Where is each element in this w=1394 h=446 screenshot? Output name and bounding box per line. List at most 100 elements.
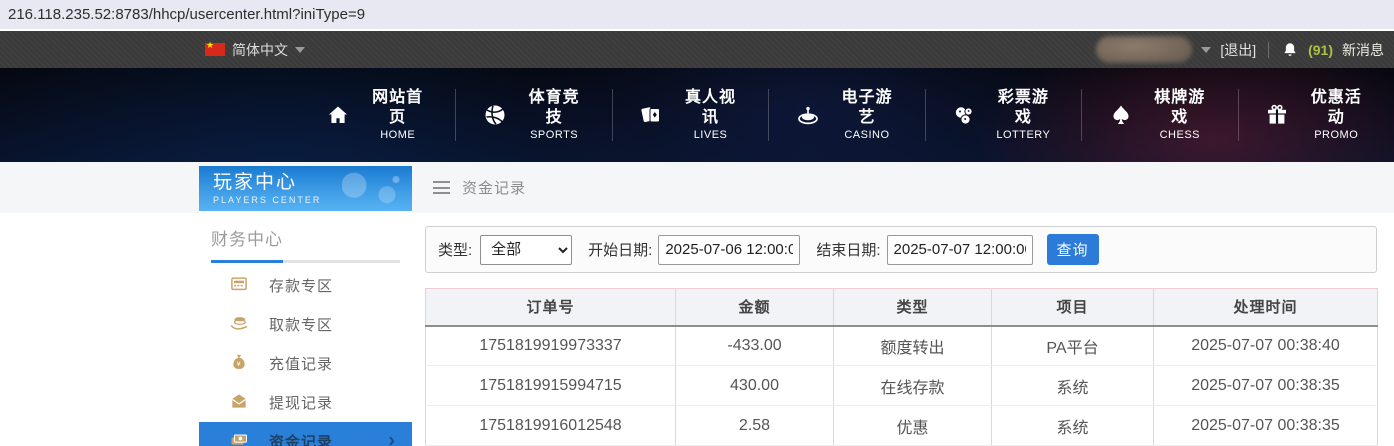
section-underline [211,260,400,263]
sidebar-item-label: 存款专区 [269,278,334,295]
sidebar-item-label: 取款专区 [269,317,334,334]
nav-label-en: LIVES [693,128,728,141]
language-label: 简体中文 [232,41,288,58]
browser-address-bar[interactable]: 216.118.235.52:8783/hhcp/usercenter.html… [0,0,1394,31]
end-date-input[interactable] [886,234,1033,265]
filter-panel: 类型: 全部 开始日期: 结束日期: 查询 [425,226,1377,273]
table-cell: 1751819919973337 [425,325,676,366]
svg-text:¥: ¥ [237,361,242,368]
breadcrumb: 资金记录 [425,162,1377,213]
table-cell: 系统 [991,365,1154,406]
nav-item-promo[interactable]: 优惠活动 PROMO [1239,89,1394,141]
table-cell: 优惠 [833,405,992,446]
playing-cards-icon [638,103,665,127]
message-count-badge[interactable]: (91) [1308,42,1333,58]
table-cell: 1751819915994715 [425,365,676,406]
table-cell: 2.58 [675,405,834,446]
sidebar-item-5[interactable]: 资金记录 › [199,422,412,446]
section-label: 财务中心 [211,230,283,249]
table-row: 1751819916012548 2.58 优惠 系统 2025-07-07 00:38… [425,405,1378,446]
nav-label-en: HOME [380,128,416,141]
nav-label-zh: 网站首页 [372,88,424,126]
table-cell: -433.00 [675,325,834,366]
bell-icon[interactable] [1281,41,1299,59]
sidebar-item-label: 提现记录 [269,395,334,412]
nav-label-en: CASINO [844,128,890,141]
table-cell: 2025-07-07 00:38:40 [1153,325,1378,366]
sidebar-header: 玩家中心 PLAYERS CENTER [199,166,412,211]
nav-label-zh: 电子游艺 [841,88,893,126]
nav-item-lottery[interactable]: 彩票游戏 LOTTERY [926,88,1083,141]
table-row: 1751819919973337 -433.00 额度转出 PA平台 2025-07-0… [425,325,1378,366]
table-cell: 系统 [991,405,1154,446]
nav-label-en: SPORTS [530,128,579,141]
sidebar-item-2[interactable]: 取款专区› [199,305,412,344]
main-navigation: 网站首页 HOME 体育竞技 SPORTS 真人视讯 LIVES 电子游艺 CASINO 彩票游… [0,68,1394,162]
nav-label-zh: 体育竞技 [528,88,580,126]
envelope-icon [229,391,249,415]
nav-label-zh: 棋牌游戏 [1154,88,1206,126]
type-select[interactable]: 全部 [480,234,573,265]
sidebar-item-label: 充值记录 [269,356,334,373]
sidebar-item-3[interactable]: ¥充值记录› [199,344,412,383]
sidebar-subtitle: PLAYERS CENTER [213,195,322,205]
chevron-right-icon: › [388,428,396,446]
start-date-input[interactable] [658,234,801,265]
nav-label-zh: 真人视讯 [685,88,737,126]
nav-label-zh: 优惠活动 [1310,88,1362,126]
sidebar-item-label: 资金记录 [269,434,334,446]
column-header: 处理时间 [1153,288,1378,327]
column-header: 类型 [833,288,992,327]
spade-icon [1107,103,1134,127]
column-header: 订单号 [425,288,676,327]
lottery-balls-icon [951,103,978,127]
sidebar-item-1[interactable]: 存款专区› [199,266,412,305]
new-messages-link[interactable]: 新消息 [1342,40,1384,60]
end-date-label: 结束日期: [816,242,881,259]
money-bag-icon: ¥ [229,352,249,376]
username-redacted[interactable] [1096,36,1193,63]
chevron-down-icon[interactable] [1201,46,1212,53]
table-header-row: 订单号 金额 类型 项目 处理时间 [425,288,1378,327]
nav-item-home[interactable]: 网站首页 HOME [300,88,457,141]
search-button[interactable]: 查询 [1046,234,1099,265]
player-center-sidebar: 玩家中心 PLAYERS CENTER 财务中心 存款专区›取款专区›¥充值记录… [199,166,412,446]
table-cell: 1751819916012548 [425,405,676,446]
roulette-icon [794,103,821,127]
nav-item-chess[interactable]: 棋牌游戏 CHESS [1082,88,1239,141]
nav-item-sports[interactable]: 体育竞技 SPORTS [456,88,613,141]
column-header: 项目 [991,288,1154,327]
sidebar-item-4[interactable]: 提现记录› [199,383,412,422]
home-icon [325,103,352,127]
top-utility-bar: 简体中文 [退出] (91) 新消息 [0,31,1394,68]
table-cell: PA平台 [991,325,1154,366]
nav-item-lives[interactable]: 真人视讯 LIVES [613,88,770,141]
gift-icon [1264,103,1291,127]
basketball-icon [481,103,508,127]
nav-item-casino[interactable]: 电子游艺 CASINO [769,88,926,141]
table-cell: 在线存款 [833,365,992,406]
nav-label-zh: 彩票游戏 [997,88,1049,126]
content-area: 玩家中心 PLAYERS CENTER 财务中心 存款专区›取款专区›¥充值记录… [0,162,1394,446]
table-row: 1751819915994715 430.00 在线存款 系统 2025-07-07 0… [425,365,1378,406]
logout-button[interactable]: [退出] [1220,40,1256,60]
deposit-card-icon [229,274,249,298]
table-cell: 额度转出 [833,325,992,366]
breadcrumb-label: 资金记录 [462,180,527,197]
column-header: 金额 [675,288,834,327]
nav-label-en: LOTTERY [996,128,1051,141]
sidebar-section-finance: 财务中心 [199,211,412,266]
start-date-label: 开始日期: [588,242,653,259]
menu-icon [433,181,450,194]
nav-label-en: PROMO [1314,128,1359,141]
funds-record-table: 订单号 金额 类型 项目 处理时间 1751819919973337 -433.00 额度转… [425,288,1378,446]
sidebar-title: 玩家中心 [213,172,298,193]
table-cell: 2025-07-07 00:38:35 [1153,405,1378,446]
china-flag-icon [205,40,225,56]
banknotes-icon [229,430,249,446]
language-selector[interactable]: 简体中文 [205,40,305,60]
table-cell: 2025-07-07 00:38:35 [1153,365,1378,406]
nav-label-en: CHESS [1159,128,1200,141]
chevron-down-icon [295,46,305,53]
page-url: 216.118.235.52:8783/hhcp/usercenter.html… [8,6,366,23]
